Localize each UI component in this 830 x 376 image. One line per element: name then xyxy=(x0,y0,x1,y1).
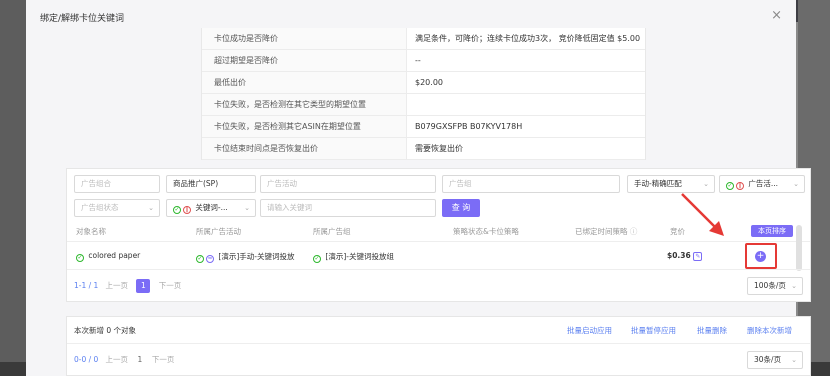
placeholder-text: 广告组 xyxy=(449,179,472,188)
placeholder-text: 请输入关键词 xyxy=(267,203,312,212)
enabled-icon: ✓ xyxy=(726,182,734,190)
info-key: 最低出价 xyxy=(202,72,407,93)
col-header-campaign: 所属广告活动 xyxy=(196,227,241,236)
enabled-icon: ✓ xyxy=(313,255,321,263)
chevron-down-icon: ⌄ xyxy=(793,180,799,188)
info-row: 卡位失败，是否检测其它ASIN在期望位置 B079GXSFPB B07KYV17… xyxy=(202,116,645,138)
auto-icon: ≈ xyxy=(206,255,214,263)
info-row: 卡位结束时间点是否恢复出价 需要恢复出价 xyxy=(202,138,645,160)
chevron-down-icon: ⌄ xyxy=(791,356,797,364)
table-row-ad-group: ✓ [演示]-关键词投放组 xyxy=(313,251,394,263)
scrollbar[interactable] xyxy=(796,225,802,271)
query-button[interactable]: 查 询 xyxy=(442,199,480,217)
page-size-select[interactable]: 30条/页 ⌄ xyxy=(747,351,803,369)
enabled-icon: ✓ xyxy=(76,254,84,262)
info-icon: ⓘ xyxy=(629,227,638,236)
placeholder-text: 广告组状态 xyxy=(81,203,119,212)
new-items-panel: 本次新增 0 个对象 批量启动应用 批量暂停应用 批量删除 删除本次新增 0-0… xyxy=(66,316,811,376)
next-page-link[interactable]: 下一页 xyxy=(159,281,182,290)
divider xyxy=(67,241,810,242)
batch-delete-link[interactable]: 批量删除 xyxy=(697,325,727,336)
table-row-name: ✓ colored paper xyxy=(76,251,140,262)
batch-pause-link[interactable]: 批量暂停应用 xyxy=(631,325,676,336)
info-value xyxy=(407,94,645,115)
info-key: 卡位结束时间点是否恢复出价 xyxy=(202,138,407,159)
annotation-arrow xyxy=(681,193,724,236)
strategy-info-table: 卡位成功是否降价 满足条件，可降价；连续卡位成功3次， 竞价降低固定值 $5.0… xyxy=(201,28,646,160)
info-value: 需要恢复出价 xyxy=(415,144,463,153)
select-value: 关键词-... xyxy=(195,203,228,212)
select-value: 手动-精确匹配 xyxy=(634,179,682,188)
bid-value: $0.36 xyxy=(667,251,691,260)
info-value: -- xyxy=(415,56,421,65)
current-page[interactable]: 1 xyxy=(136,279,151,293)
divider xyxy=(67,343,810,344)
page-range: 0-0 / 0 xyxy=(74,355,99,364)
prev-page-link[interactable]: 上一页 xyxy=(105,355,128,364)
select-value: 100条/页 xyxy=(754,281,786,290)
close-icon[interactable]: × xyxy=(771,8,782,23)
paused-icon: ‖ xyxy=(736,182,744,190)
info-key: 超过期望是否降价 xyxy=(202,50,407,71)
info-key: 卡位失败，是否检测在其它类型的期望位置 xyxy=(202,94,407,115)
col-header-strategy: 策略状态&卡位策略 xyxy=(453,227,519,236)
ad-group-text: [演示]-关键词投放组 xyxy=(325,252,394,261)
col-header-name: 对象名称 xyxy=(76,227,106,236)
ad-type-select[interactable]: 商品推广(SP) xyxy=(166,175,256,193)
keyword-search-input[interactable]: 请输入关键词 xyxy=(260,199,436,217)
select-value: 30条/页 xyxy=(754,355,782,364)
info-key: 卡位失败，是否检测其它ASIN在期望位置 xyxy=(202,116,407,137)
page-size-select[interactable]: 100条/页 ⌄ xyxy=(747,277,803,295)
select-value: 商品推广(SP) xyxy=(173,179,219,188)
chevron-down-icon: ⌄ xyxy=(244,204,250,212)
paused-icon: ‖ xyxy=(183,206,191,214)
table-row-bid: $0.36 ✎ xyxy=(667,251,703,261)
info-value: $20.00 xyxy=(415,78,443,87)
pagination: 0-0 / 0 上一页 1 下一页 xyxy=(74,354,174,365)
background-left-panel xyxy=(0,0,26,376)
keyword-status-select[interactable]: ✓ ‖ 关键词-... ⌄ xyxy=(166,199,256,217)
placeholder-text: 广告组合 xyxy=(81,179,111,188)
ad-group-select[interactable]: 广告组 xyxy=(442,175,620,193)
edit-icon[interactable]: ✎ xyxy=(693,252,703,261)
batch-enable-link[interactable]: 批量启动应用 xyxy=(567,325,612,336)
chevron-down-icon: ⌄ xyxy=(148,204,154,212)
campaign-select[interactable]: 广告活动 xyxy=(260,175,436,193)
pagination: 1-1 / 1 上一页 1 下一页 xyxy=(74,279,181,293)
ad-group-status-select[interactable]: 广告组状态 ⌄ xyxy=(74,199,160,217)
highlight-box xyxy=(745,243,777,269)
current-page[interactable]: 1 xyxy=(138,355,143,364)
ad-group-combo-select[interactable]: 广告组合 xyxy=(74,175,160,193)
info-value: 满足条件，可降价；连续卡位成功3次， 竞价降低固定值 $5.00 xyxy=(415,34,641,43)
next-page-link[interactable]: 下一页 xyxy=(152,355,175,364)
col-header-time-strategy: 已绑定时间策略 ⓘ xyxy=(575,226,637,237)
campaign-text: [演示]手动-关键词投放 xyxy=(218,252,295,261)
modal-dialog: 绑定/解绑卡位关键词 × 卡位成功是否降价 满足条件，可降价；连续卡位成功3次，… xyxy=(26,0,811,376)
col-header-ad-group: 所属广告组 xyxy=(313,227,351,236)
info-value: B079GXSFPB B07KYV178H xyxy=(415,122,523,131)
info-row: 卡位失败，是否检测在其它类型的期望位置 xyxy=(202,94,645,116)
info-row: 超过期望是否降价 -- xyxy=(202,50,645,72)
new-count-text: 本次新增 0 个对象 xyxy=(74,326,137,335)
info-row: 卡位成功是否降价 满足条件，可降价；连续卡位成功3次， 竞价降低固定值 $5.0… xyxy=(202,28,645,50)
divider xyxy=(67,269,810,270)
info-key: 卡位成功是否降价 xyxy=(202,28,407,49)
campaign-status-select[interactable]: ✓ ‖ 广告活... ⌄ xyxy=(719,175,805,193)
table-row-campaign: ✓ ≈ [演示]手动-关键词投放 xyxy=(196,251,294,263)
modal-title: 绑定/解绑卡位关键词 xyxy=(40,14,125,24)
select-value: 广告活... xyxy=(748,179,779,188)
delete-new-link[interactable]: 删除本次新增 xyxy=(747,325,792,336)
placeholder-text: 广告活动 xyxy=(267,179,297,188)
keyword-text: colored paper xyxy=(88,251,141,260)
info-row: 最低出价 $20.00 xyxy=(202,72,645,94)
prev-page-link[interactable]: 上一页 xyxy=(105,281,128,290)
sort-page-button[interactable]: 本页排序 xyxy=(751,225,793,237)
chevron-down-icon: ⌄ xyxy=(791,282,797,290)
enabled-icon: ✓ xyxy=(196,255,204,263)
page-range: 1-1 / 1 xyxy=(74,281,99,290)
header-text: 已绑定时间策略 xyxy=(575,227,628,236)
enabled-icon: ✓ xyxy=(173,206,181,214)
